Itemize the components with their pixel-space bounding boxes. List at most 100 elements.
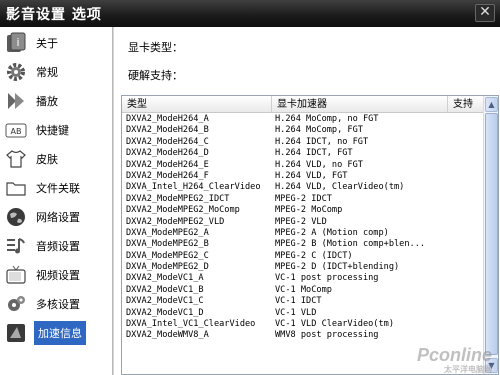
table-row[interactable]: DXVA_ModeMPEG2_C MPEG-2 C (IDCT) [122, 251, 484, 262]
window-title: 影音设置 选项 [6, 6, 102, 23]
table-row[interactable]: DXVA2_ModeH264_A H.264 MoComp, no FGT [122, 114, 484, 125]
table-row[interactable]: DXVA_Intel_H264_ClearVideo H.264 VLD, Cle… [122, 182, 484, 193]
sidebar-item-audio[interactable]: 音频设置 [4, 232, 108, 259]
sidebar-item-skins[interactable]: 皮肤 [4, 145, 108, 172]
table-row[interactable]: DXVA2_ModeVC1_D VC-1 VLD [122, 308, 484, 319]
sidebar-item-playback[interactable]: 播放 [4, 87, 108, 114]
cell-type: DXVA2_ModeVC1_C [126, 296, 204, 307]
cell-accelerator: MPEG-2 VLD [275, 216, 327, 227]
gpu-type-label: 显卡类型： [128, 41, 183, 54]
table-row[interactable]: DXVA2_ModeMPEG2_IDCT MPEG-2 IDCT [122, 194, 484, 205]
tv-icon [4, 263, 28, 287]
table-row[interactable]: DXVA_Intel_VC1_ClearVideo VC-1 VLD ClearV… [122, 319, 484, 330]
cell-type: DXVA2_ModeMPEG2_VLD [126, 216, 225, 227]
cell-type: DXVA2_ModeWMV8_A [126, 330, 209, 341]
svg-text:AB: AB [11, 127, 22, 136]
cell-accelerator: MPEG-2 B (Motion comp+blen... [275, 239, 426, 250]
cell-accelerator: H.264 IDCT, FGT [275, 148, 353, 159]
close-icon: ✕ [479, 4, 491, 20]
cell-type: DXVA_Intel_VC1_ClearVideo [126, 319, 256, 330]
cell-accelerator: WMV8 post processing [275, 330, 379, 341]
cell-accelerator: MPEG-2 D (IDCT+blending) [275, 262, 400, 273]
scroll-thumb[interactable] [485, 113, 498, 355]
table-row[interactable]: DXVA2_ModeH264_C H.264 IDCT, no FGT [122, 137, 484, 148]
table-row[interactable]: DXVA2_ModeH264_B H.264 MoComp, FGT [122, 125, 484, 136]
cell-type: DXVA_ModeMPEG2_A [126, 227, 209, 238]
cell-accelerator: H.264 VLD, FGT [275, 170, 348, 181]
cell-type: DXVA2_ModeVC1_A [126, 273, 204, 284]
column-header-support[interactable]: 支持 [448, 96, 484, 113]
folder-icon [4, 176, 28, 200]
table-body: DXVA2_ModeH264_A H.264 MoComp, no FGT DXVA… [122, 114, 484, 342]
svg-text:i: i [16, 36, 19, 49]
sidebar-item-acceleration[interactable]: 加速信息 [4, 319, 108, 346]
hw-decode-label: 硬解支持： [128, 69, 183, 82]
cell-accelerator: VC-1 IDCT [275, 296, 322, 307]
cell-accelerator: H.264 MoComp, FGT [275, 125, 363, 136]
cell-type: DXVA2_ModeH264_C [126, 136, 209, 147]
sidebar-item-hotkeys[interactable]: AB 快捷键 [4, 116, 108, 143]
sidebar-item-label: 音频设置 [36, 239, 80, 253]
cell-type: DXVA_ModeMPEG2_C [126, 250, 209, 261]
table-row[interactable]: DXVA2_ModeMPEG2_VLD MPEG-2 VLD [122, 217, 484, 228]
acceleration-icon [4, 321, 28, 345]
cell-type: DXVA2_ModeMPEG2_MoComp [126, 205, 240, 216]
cell-accelerator: MPEG-2 C (IDCT) [275, 250, 353, 261]
sidebar-item-label: 皮肤 [36, 152, 58, 166]
table-row[interactable]: DXVA2_ModeH264_E H.264 VLD, no FGT [122, 160, 484, 171]
cell-accelerator: MPEG-2 A (Motion comp) [275, 227, 389, 238]
sidebar-item-multicore[interactable]: 多核设置 [4, 290, 108, 317]
table-row[interactable]: DXVA_ModeMPEG2_B MPEG-2 B (Motion comp+bl… [122, 239, 484, 250]
sidebar-item-about[interactable]: i 关于 [4, 29, 108, 56]
column-header-accelerator[interactable]: 显卡加速器 [272, 96, 448, 113]
table-row[interactable]: DXVA2_ModeVC1_B VC-1 MoComp [122, 285, 484, 296]
multicore-icon [4, 292, 28, 316]
content-panel: 显卡类型： 硬解支持： 类型 显卡加速器 支持 DXVA2_ModeH264_A… [114, 27, 500, 375]
cell-type: DXVA2_ModeH264_B [126, 125, 209, 136]
watermark-text: Pconline [416, 345, 492, 365]
cell-accelerator: MPEG-2 IDCT [275, 193, 332, 204]
cell-accelerator: VC-1 VLD ClearVideo(tm) [275, 319, 394, 330]
cell-type: DXVA2_ModeH264_D [126, 148, 209, 159]
table-header: 类型 显卡加速器 支持 [122, 96, 484, 113]
acceleration-table[interactable]: 类型 显卡加速器 支持 DXVA2_ModeH264_A H.264 MoComp… [121, 95, 499, 375]
cell-type: DXVA_Intel_H264_ClearVideo [126, 182, 261, 193]
cell-type: DXVA2_ModeH264_F [126, 170, 209, 181]
scroll-up-button[interactable]: ▲ [485, 97, 498, 112]
column-header-type[interactable]: 类型 [122, 96, 272, 113]
table-row[interactable]: DXVA2_ModeH264_D H.264 IDCT, FGT [122, 148, 484, 159]
cell-type: DXVA_ModeMPEG2_D [126, 262, 209, 273]
cell-accelerator: H.264 MoComp, no FGT [275, 114, 379, 124]
cell-type: DXVA2_ModeVC1_B [126, 284, 204, 295]
sidebar-item-label: 文件关联 [36, 181, 80, 195]
sidebar-item-network[interactable]: 网络设置 [4, 203, 108, 230]
table-row[interactable]: DXVA2_ModeWMV8_A WMV8 post processing [122, 330, 484, 341]
close-button[interactable]: ✕ [475, 4, 495, 22]
sidebar-item-label: 关于 [36, 36, 58, 50]
watermark: Pconline 太平洋电脑网 [402, 345, 492, 374]
table-row[interactable]: DXVA2_ModeVC1_A VC-1 post processing [122, 273, 484, 284]
play-icon [4, 89, 28, 113]
cell-type: DXVA2_ModeVC1_D [126, 307, 204, 318]
cell-accelerator: VC-1 MoComp [275, 284, 332, 295]
vertical-scrollbar[interactable]: ▲ ▼ [483, 96, 498, 374]
table-row[interactable]: DXVA_ModeMPEG2_A MPEG-2 A (Motion comp) [122, 228, 484, 239]
sidebar-item-label: 常规 [36, 65, 58, 79]
table-row[interactable]: DXVA_ModeMPEG2_D MPEG-2 D (IDCT+blending) [122, 262, 484, 273]
sidebar-item-label: 加速信息 [34, 320, 86, 345]
table-row[interactable]: DXVA2_ModeVC1_C VC-1 IDCT [122, 296, 484, 307]
sidebar-item-label: 快捷键 [36, 123, 69, 137]
sidebar-item-label: 视频设置 [36, 268, 80, 282]
watermark-subtext: 太平洋电脑网 [444, 365, 492, 374]
cell-accelerator: H.264 VLD, ClearVideo(tm) [275, 182, 405, 193]
sidebar-item-general[interactable]: 常规 [4, 58, 108, 85]
table-row[interactable]: DXVA2_ModeH264_F H.264 VLD, FGT [122, 171, 484, 182]
title-bar: 影音设置 选项 ✕ [0, 0, 500, 27]
sidebar-item-video[interactable]: 视频设置 [4, 261, 108, 288]
cell-accelerator: H.264 IDCT, no FGT [275, 136, 369, 147]
sidebar-item-label: 多核设置 [36, 297, 80, 311]
table-row[interactable]: DXVA2_ModeMPEG2_MoComp MPEG-2 MoComp [122, 205, 484, 216]
sidebar-item-file-association[interactable]: 文件关联 [4, 174, 108, 201]
cell-accelerator: MPEG-2 MoComp [275, 205, 343, 216]
gear-icon [4, 60, 28, 84]
